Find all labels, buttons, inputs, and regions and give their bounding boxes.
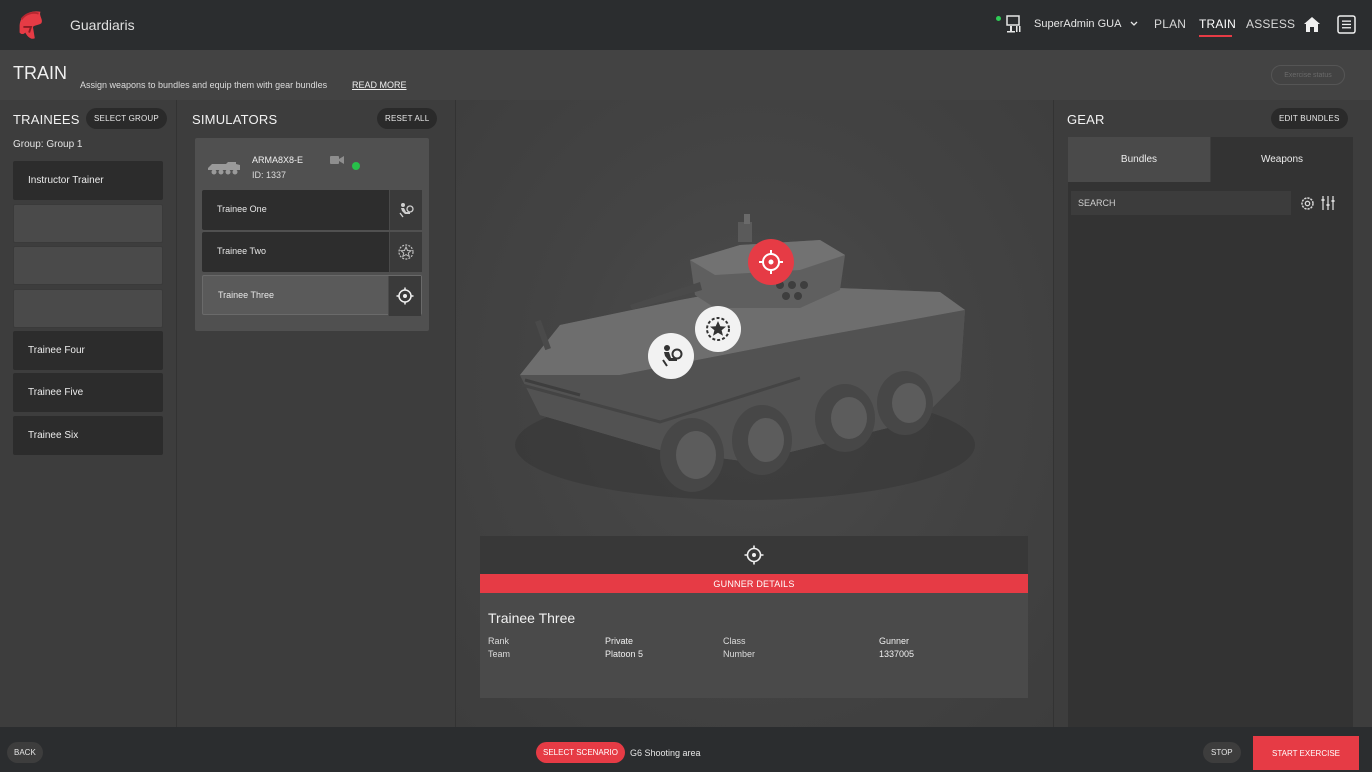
seat-row-driver[interactable]: Trainee One <box>202 190 422 230</box>
reset-all-button[interactable]: RESET ALL <box>377 108 438 129</box>
gear-search-input[interactable]: SEARCH <box>1071 191 1291 215</box>
stop-button[interactable]: STOP <box>1203 742 1241 763</box>
user-station-icon <box>1006 15 1021 33</box>
filter-sliders-icon[interactable] <box>1320 195 1336 211</box>
scenario-name: G6 Shooting area <box>630 748 701 758</box>
commander-badge-icon <box>398 244 414 260</box>
number-value: 1337005 <box>879 649 915 659</box>
commander-marker-button[interactable] <box>695 306 741 352</box>
status-online-dot <box>352 162 360 170</box>
seat-trainee-label: Trainee One <box>217 204 267 214</box>
select-scenario-button[interactable]: SELECT SCENARIO <box>536 742 625 763</box>
driver-marker-button[interactable] <box>648 333 694 379</box>
armored-vehicle-icon <box>208 162 240 175</box>
page-description: Assign weapons to bundles and equip them… <box>80 80 328 90</box>
simulator-id: ID: 1337 <box>252 170 287 180</box>
seat-row-gunner[interactable]: Trainee Three <box>202 275 422 316</box>
select-group-button[interactable]: SELECT GROUP <box>86 108 167 129</box>
seat-trainee-label: Trainee Three <box>218 290 275 300</box>
tab-weapons[interactable]: Weapons <box>1211 137 1353 182</box>
nav-train[interactable]: TRAIN <box>1199 17 1236 31</box>
seat-role-button[interactable] <box>388 276 421 316</box>
trainee-slot[interactable]: Trainee Six <box>13 416 163 455</box>
trainee-slot-empty[interactable] <box>13 204 163 243</box>
trainees-title: TRAINEES <box>13 112 80 127</box>
gear-title: GEAR <box>1067 112 1105 127</box>
details-bar: GUNNER DETAILS <box>480 574 1028 593</box>
rank-label: Rank <box>488 636 510 646</box>
team-value: Platoon 5 <box>605 649 644 659</box>
user-menu[interactable]: SuperAdmin GUA <box>996 14 1139 34</box>
trainee-slot[interactable]: Instructor Trainer <box>13 161 163 200</box>
user-name: SuperAdmin GUA <box>1034 18 1122 30</box>
seat-role-button[interactable] <box>389 190 422 230</box>
nav-assess[interactable]: ASSESS <box>1246 17 1295 31</box>
class-value: Gunner <box>879 636 910 646</box>
team-label: Team <box>488 649 511 659</box>
trainee-slot-empty[interactable] <box>13 289 163 328</box>
tab-bundles[interactable]: Bundles <box>1068 137 1210 182</box>
commander-badge-icon <box>706 317 730 341</box>
trainee-slot-empty[interactable] <box>13 246 163 285</box>
simulators-title: SIMULATORS <box>192 112 278 127</box>
gunner-marker-button[interactable] <box>748 239 794 285</box>
top-bar: Guardiaris SuperAdmin GUA PLAN TRAIN ASS… <box>0 0 1372 50</box>
crosshair-icon <box>759 250 783 274</box>
gear-settings-icon[interactable] <box>1300 196 1315 211</box>
rank-value: Private <box>605 636 634 646</box>
details-trainee-name: Trainee Three <box>488 610 576 626</box>
seat-row-commander[interactable]: Trainee Two <box>202 232 422 272</box>
crosshair-icon <box>744 545 764 565</box>
seat-role-button[interactable] <box>389 232 422 272</box>
exercise-status-button[interactable]: Exercise status <box>1271 65 1345 85</box>
nav-plan[interactable]: PLAN <box>1154 17 1186 31</box>
edit-bundles-button[interactable]: EDIT BUNDLES <box>1271 108 1348 129</box>
start-exercise-button[interactable]: START EXERCISE <box>1253 736 1359 770</box>
nav-active-underline <box>1199 35 1232 37</box>
trainee-slot[interactable]: Trainee Five <box>13 373 163 412</box>
camera-icon[interactable] <box>330 155 344 165</box>
details-header <box>480 536 1028 574</box>
page-header <box>0 50 1372 100</box>
page-title: TRAIN <box>13 63 67 83</box>
back-button[interactable]: BACK <box>7 742 43 763</box>
number-label: Number <box>723 649 756 659</box>
spartan-helmet-logo-icon[interactable] <box>12 6 50 44</box>
driver-icon <box>399 203 414 218</box>
class-label: Class <box>723 636 746 646</box>
chevron-down-icon <box>1130 21 1138 26</box>
seat-trainee-label: Trainee Two <box>217 246 267 256</box>
gunner-details-card: GUNNER DETAILS Trainee Three Rank Privat… <box>480 536 1028 698</box>
group-label: Group: Group 1 <box>13 139 83 150</box>
home-icon[interactable] <box>1303 16 1321 33</box>
gunner-crosshair-icon <box>396 287 414 305</box>
online-indicator <box>996 16 1001 21</box>
app-title: Guardiaris <box>70 17 135 33</box>
gear-tabs: Bundles Weapons <box>1068 137 1353 182</box>
trainee-slot[interactable]: Trainee Four <box>13 331 163 370</box>
armored-vehicle-model[interactable] <box>500 200 980 510</box>
driver-icon <box>662 345 683 367</box>
read-more-link[interactable]: READ MORE <box>352 80 407 90</box>
gear-list-area <box>1068 182 1353 727</box>
menu-icon[interactable] <box>1337 15 1356 34</box>
simulator-name: ARMA8X8-E <box>252 155 304 165</box>
